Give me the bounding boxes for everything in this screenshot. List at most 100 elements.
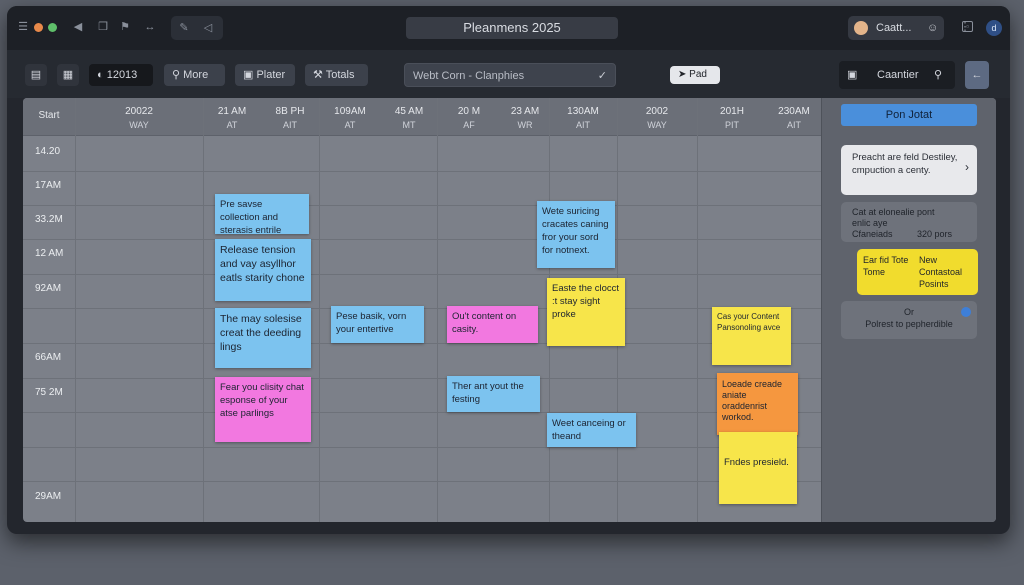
event-note[interactable]: Release tension and vay asyllhor eatls s… xyxy=(215,239,311,301)
grid-line xyxy=(203,98,204,522)
pad-button[interactable]: ➤ Pad xyxy=(670,66,720,84)
right-sidebar: Pon Jotat Preacht are feld Destiley, cmp… xyxy=(821,98,996,522)
window-minimize-dot[interactable] xyxy=(34,23,43,32)
col-bottom: MT xyxy=(402,120,416,130)
option-line: Or xyxy=(904,307,914,317)
grid-view-icon[interactable]: ▦ xyxy=(57,64,79,86)
col-top: 20 M xyxy=(457,106,481,117)
event-note[interactable]: Easte the clocct :t stay sight proke xyxy=(547,278,625,346)
stats-value: 320 pors xyxy=(917,229,953,239)
briefcase-icon: ▣ xyxy=(847,69,858,81)
event-note[interactable]: Weet canceing or theand xyxy=(547,413,636,447)
arrow-right-icon: ➤ xyxy=(678,69,690,80)
more-label: More xyxy=(183,69,209,81)
column-header[interactable]: 20 M AF xyxy=(437,98,501,136)
col-bottom: WR xyxy=(517,120,533,130)
event-note[interactable]: Loeade creade aniate oraddenrist workod. xyxy=(717,373,798,435)
column-header[interactable]: 201H PIT xyxy=(697,98,767,136)
user-menu[interactable]: Caatt... ☺ xyxy=(848,16,944,40)
col-bottom: AT xyxy=(226,120,238,130)
grid-line xyxy=(23,447,821,448)
col-top: 201H xyxy=(720,106,744,117)
account-label: Caantier xyxy=(877,69,919,81)
column-header[interactable]: 130AM AIT xyxy=(549,98,617,136)
highlight-card[interactable]: Ear fid Tote Tome New Contastoal Posints xyxy=(857,249,978,295)
col-top: 8B PH xyxy=(275,106,305,117)
event-note[interactable]: Wete suricing cracates caning fror your … xyxy=(537,201,615,268)
corner-label: Start xyxy=(38,110,60,121)
filter-label: Plater xyxy=(256,69,286,81)
col-bottom: WAY xyxy=(129,120,149,130)
copy-icon[interactable]: ❒ xyxy=(96,20,110,34)
col-bottom: AIT xyxy=(282,120,297,130)
time-label: 29AM xyxy=(35,491,62,502)
stats-line: enlic aye xyxy=(852,218,888,228)
panel-icon[interactable]: ▫ xyxy=(962,21,973,32)
event-note[interactable]: Pese basik, vorn your entertive xyxy=(331,306,424,343)
more-button[interactable]: ⚲ More xyxy=(164,64,225,86)
menu-icon[interactable]: ☰ xyxy=(16,20,30,34)
info-card-text: Preacht are feld Destiley, cmpuction a c… xyxy=(852,152,958,176)
calendar-icon[interactable]: ▤ xyxy=(25,64,47,86)
account-bar[interactable]: ▣ Caantier ⚲ xyxy=(839,61,955,89)
stats-card[interactable]: Cat at elonealie pont enlic aye Cfaneiad… xyxy=(841,202,977,242)
search-icon: ⚲ xyxy=(172,69,184,81)
search-icon[interactable]: ⚲ xyxy=(934,61,942,89)
grid-line xyxy=(23,378,821,379)
window-zoom-dot[interactable] xyxy=(48,23,57,32)
option-card[interactable]: Or Polrest to pepherdible xyxy=(841,301,977,339)
grid-line xyxy=(319,98,320,522)
event-note[interactable]: Cas your Content Pansonoling avce xyxy=(712,307,791,365)
column-header[interactable]: 109AM AT xyxy=(319,98,381,136)
col-top: 2002 xyxy=(645,106,669,117)
totals-button[interactable]: ⚒ Totals xyxy=(305,64,368,86)
calendar-area: Start 20022 WAY 21 AM AT 8B PH AIT 109AM AT … xyxy=(23,98,996,522)
info-card[interactable]: Preacht are feld Destiley, cmpuction a c… xyxy=(841,145,977,195)
highlight-right: New Contastoal Posints xyxy=(919,255,963,289)
pad-label: Pad xyxy=(689,69,707,80)
chevron-right-icon: › xyxy=(965,160,969,174)
grid-line xyxy=(23,274,821,275)
send-icon[interactable]: ◁ xyxy=(201,21,215,35)
col-top: 23 AM xyxy=(510,106,540,117)
title-bar: ☰ ◀ ❒ ⚑ ↔ ✎ ◁ Pleanmens 2025 Caatt... ☺ … xyxy=(7,6,1010,50)
primary-action-button[interactable]: Pon Jotat xyxy=(841,104,977,126)
time-label: 33.2M xyxy=(35,214,63,225)
col-bottom: AT xyxy=(344,120,356,130)
bookmark-icon[interactable]: ⚑ xyxy=(118,20,132,34)
time-label: 12 AM xyxy=(35,248,64,259)
toolbar: ▤ ▦ ◐ 12013 ⚲ More ▣ Plater ⚒ Totals Web… xyxy=(7,50,1010,98)
nav-group: ✎ ◁ xyxy=(171,16,223,40)
date-picker[interactable]: ◐ 12013 xyxy=(89,64,153,86)
column-header[interactable]: 23 AM WR xyxy=(501,98,549,136)
event-note[interactable]: Fndes presield. xyxy=(719,432,797,504)
pen-icon: ✓ xyxy=(597,70,607,82)
column-header[interactable]: 8B PH AIT xyxy=(261,98,319,136)
event-note[interactable]: The may solesise creat the deeding lings xyxy=(215,308,311,368)
grid-line xyxy=(437,98,438,522)
back-icon[interactable]: ◀ xyxy=(71,20,85,34)
column-header[interactable]: 230AM AIT xyxy=(767,98,821,136)
arrows-icon[interactable]: ↔ xyxy=(143,20,157,34)
col-bottom: WAY xyxy=(647,120,667,130)
filter-button[interactable]: ▣ Plater xyxy=(235,64,295,86)
col-bottom: AIT xyxy=(575,120,590,130)
profile-icon[interactable]: d xyxy=(986,20,1002,36)
event-note[interactable]: Pre savse collection and sterasis entril… xyxy=(215,194,309,234)
search-input[interactable]: Webt Corn - Clanphies ✓ xyxy=(404,63,616,87)
event-note[interactable]: Ou't content on casity. xyxy=(447,306,538,343)
edit-icon[interactable]: ✎ xyxy=(177,21,191,35)
app-window: ☰ ◀ ❒ ⚑ ↔ ✎ ◁ Pleanmens 2025 Caatt... ☺ … xyxy=(7,6,1010,534)
column-header[interactable]: 45 AM MT xyxy=(381,98,437,136)
search-value: Webt Corn - Clanphies xyxy=(413,70,525,82)
col-top: 21 AM xyxy=(217,106,247,117)
date-label: 12013 xyxy=(106,69,138,81)
column-header[interactable]: 2002 WAY xyxy=(617,98,697,136)
event-note[interactable]: Ther ant yout the festing xyxy=(447,376,540,412)
column-header[interactable]: 21 AM AT xyxy=(203,98,261,136)
stats-label: Cfaneiads xyxy=(852,229,893,239)
collapse-icon[interactable]: ← xyxy=(965,61,989,89)
clock-icon: ◐ xyxy=(97,69,107,81)
column-header[interactable]: 20022 WAY xyxy=(75,98,203,136)
event-note[interactable]: Fear you clisity chat esponse of your at… xyxy=(215,377,311,442)
